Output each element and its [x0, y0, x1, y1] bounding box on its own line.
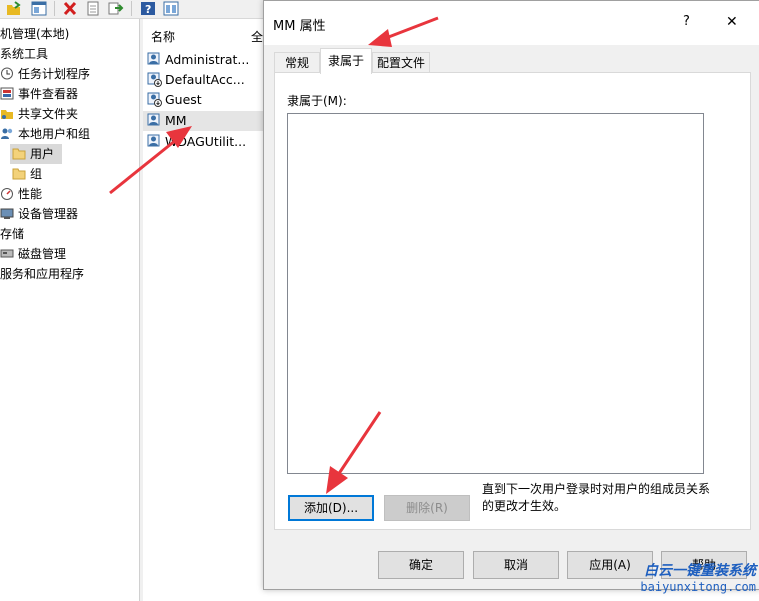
annotation-arrows	[109, 16, 439, 494]
tab-member-of[interactable]: 隶属于	[320, 48, 372, 74]
tab-label: 隶属于	[327, 54, 364, 68]
watermark-title: 白云一键重装系统	[644, 563, 756, 579]
watermark: 白云一键重装系统 baiyunxitong.com	[616, 560, 756, 598]
watermark-url: baiyunxitong.com	[640, 580, 756, 594]
